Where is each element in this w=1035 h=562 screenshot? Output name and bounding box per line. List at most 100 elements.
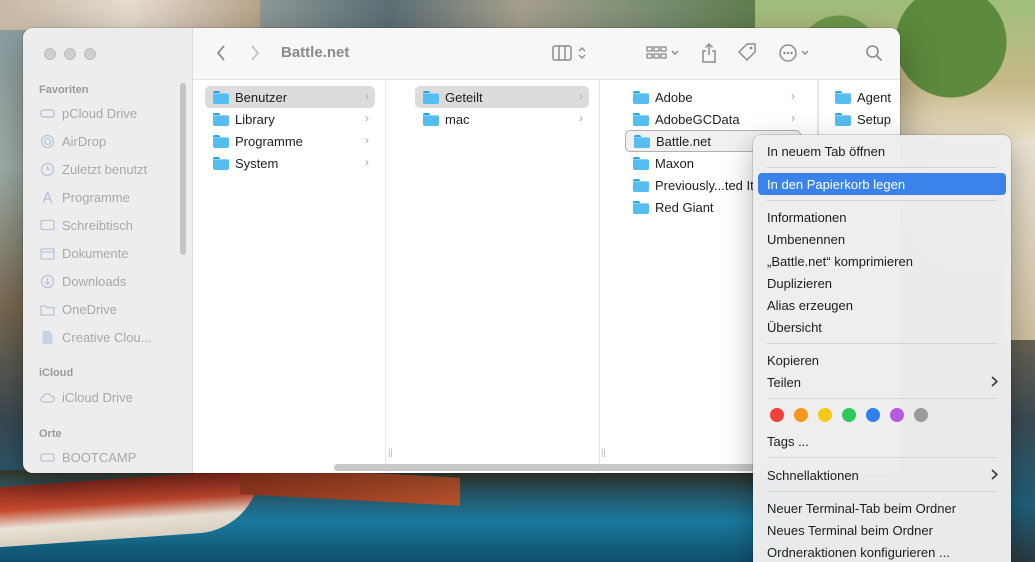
list-item[interactable]: System › [205,152,375,174]
folder-icon [213,90,229,104]
sidebar-item-icloud-drive[interactable]: iCloud Drive [39,386,133,408]
tag-red[interactable] [770,408,784,422]
desktop-icon [39,217,55,233]
sidebar-item-label: Creative Clou... [62,329,152,345]
wallpaper-building [0,0,260,30]
minimize-window-button[interactable] [64,48,76,60]
sidebar-item-creative-cloud[interactable]: Creative Clou... [39,326,152,348]
more-actions-button[interactable] [776,42,816,64]
sidebar-item-airdrop[interactable]: AirDrop [39,130,106,152]
list-item[interactable]: Setup [827,108,900,130]
list-item[interactable]: Benutzer › [205,86,375,108]
column-resize-handle[interactable]: || [601,447,606,457]
airdrop-icon [39,133,55,149]
menu-item-tags[interactable]: Tags ... [758,430,1006,452]
tag-button[interactable] [735,42,759,64]
folder-icon [213,156,229,170]
tag-gray[interactable] [914,408,928,422]
menu-item-new-terminal[interactable]: Neues Terminal beim Ordner [758,519,1006,541]
menu-item-move-to-trash[interactable]: In den Papierkorb legen [758,173,1006,195]
sidebar-item-bootcamp[interactable]: BOOTCAMP [39,446,136,468]
folder-icon [423,112,439,126]
wallpaper-houses [260,0,780,30]
ellipsis-circle-icon [779,44,809,62]
tag-yellow[interactable] [818,408,832,422]
list-item[interactable]: Agent [827,86,900,108]
sidebar-item-downloads[interactable]: Downloads [39,270,126,292]
menu-item-duplicate[interactable]: Duplizieren [758,272,1006,294]
chevron-right-icon: › [365,111,369,125]
menu-item-make-alias[interactable]: Alias erzeugen [758,294,1006,316]
menu-item-folder-actions[interactable]: Ordneraktionen konfigurieren ... [758,541,1006,562]
download-icon [39,273,55,289]
context-menu: In neuem Tab öffnen In den Papierkorb le… [753,135,1011,562]
item-label: Geteilt [445,89,483,105]
cloud-drive-icon [39,105,55,121]
chevron-right-icon [991,467,999,483]
sidebar-item-label: iCloud Drive [62,389,133,405]
menu-item-get-info[interactable]: Informationen [758,206,1006,228]
menu-item-open-in-new-tab[interactable]: In neuem Tab öffnen [758,140,1006,162]
list-item[interactable]: Geteilt › [415,86,589,108]
menu-item-compress[interactable]: „Battle.net“ komprimieren [758,250,1006,272]
menu-item-share[interactable]: Teilen [758,371,1006,393]
view-mode-button[interactable] [550,42,590,64]
folder-icon [39,301,55,317]
item-label: Setup [857,111,891,127]
list-item[interactable]: Adobe › [625,86,801,108]
sidebar-scrollbar[interactable] [180,83,186,255]
window-controls [44,48,96,60]
sidebar-item-onedrive[interactable]: OneDrive [39,298,117,320]
sidebar-item-label: pCloud Drive [62,105,138,121]
back-button[interactable] [211,42,231,64]
list-item[interactable]: AdobeGCData › [625,108,801,130]
menu-item-rename[interactable]: Umbenennen [758,228,1006,250]
sidebar-section-favorites: Favoriten [39,84,89,96]
chevron-right-icon [991,374,999,390]
menu-separator [767,457,997,458]
column-resize-handle[interactable]: || [388,447,393,457]
sidebar-item-desktop[interactable]: Schreibtisch [39,214,133,236]
list-item[interactable]: Library › [205,108,375,130]
tag-orange[interactable] [794,408,808,422]
document-icon [39,245,55,261]
group-button[interactable] [643,42,683,64]
close-window-button[interactable] [44,48,56,60]
sidebar-item-pcloud-drive[interactable]: pCloud Drive [39,102,137,124]
sidebar-item-label: AirDrop [62,133,107,149]
toolbar: Battle.net [193,28,900,80]
folder-icon [213,112,229,126]
zoom-window-button[interactable] [84,48,96,60]
folder-icon [633,178,649,192]
chevron-right-icon: › [791,111,795,125]
menu-item-quick-look[interactable]: Übersicht [758,316,1006,338]
menu-item-label: Schnellaktionen [767,467,859,483]
menu-item-label: Teilen [767,374,801,390]
folder-icon [633,112,649,126]
menu-item-quick-actions[interactable]: Schnellaktionen [758,464,1006,486]
list-item[interactable]: mac › [415,108,589,130]
search-button[interactable] [863,42,885,64]
list-item[interactable]: Programme › [205,130,375,152]
folder-icon [633,200,649,214]
tag-green[interactable] [842,408,856,422]
share-button[interactable] [698,42,720,64]
item-label: Library [235,111,275,127]
chevron-right-icon: › [579,111,583,125]
sidebar-item-label: OneDrive [62,301,117,317]
tag-blue[interactable] [866,408,880,422]
menu-separator [767,343,997,344]
sidebar-item-documents[interactable]: Dokumente [39,242,128,264]
chevron-right-icon: › [365,133,369,147]
tag-purple[interactable] [890,408,904,422]
menu-separator [767,491,997,492]
folder-icon [835,90,851,104]
menu-item-new-terminal-tab[interactable]: Neuer Terminal-Tab beim Ordner [758,497,1006,519]
sidebar-item-applications[interactable]: Programme [39,186,130,208]
sidebar-item-recents[interactable]: Zuletzt benutzt [39,158,147,180]
chevron-right-icon [251,45,260,61]
menu-item-copy[interactable]: Kopieren [758,349,1006,371]
forward-button[interactable] [245,42,265,64]
chevron-right-icon: › [791,89,795,103]
menu-separator [767,398,997,399]
